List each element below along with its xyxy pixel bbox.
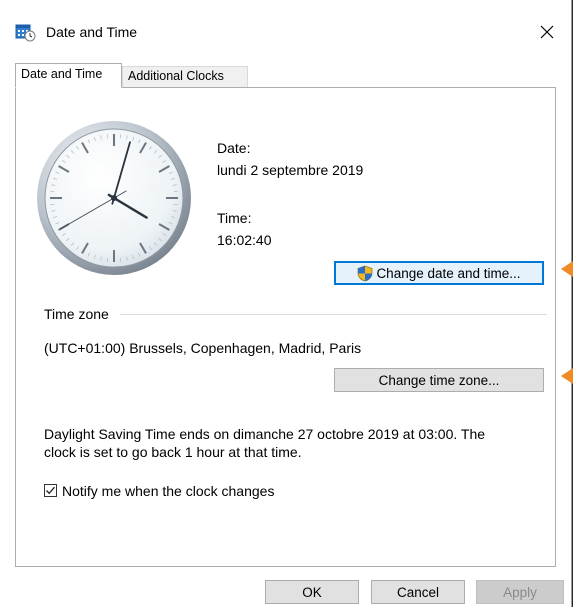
date-time-app-icon: [15, 24, 36, 42]
ok-button[interactable]: OK: [265, 580, 359, 604]
close-button[interactable]: [529, 14, 565, 50]
apply-button[interactable]: Apply: [476, 580, 564, 604]
analog-clock-icon: [37, 121, 191, 275]
apply-label: Apply: [503, 584, 537, 600]
annotation-arrow-icon: [561, 368, 573, 384]
date-value: lundi 2 septembre 2019: [217, 162, 364, 178]
cancel-label: Cancel: [396, 584, 440, 600]
annotation-arrow-icon: [561, 261, 573, 277]
cancel-button[interactable]: Cancel: [371, 580, 465, 604]
dst-info-line-2: clock is set to go back 1 hour at that t…: [44, 444, 302, 460]
time-zone-group-label: Time zone: [44, 306, 109, 322]
close-icon: [540, 25, 554, 39]
time-zone-group-divider: [120, 314, 547, 315]
tab-date-and-time[interactable]: Date and Time: [15, 63, 122, 88]
dst-info-line-1: Daylight Saving Time ends on dimanche 27…: [44, 426, 486, 442]
date-label: Date:: [217, 140, 251, 156]
change-date-time-button[interactable]: Change date and time...: [334, 261, 544, 285]
ok-label: OK: [302, 584, 322, 600]
time-label: Time:: [217, 210, 252, 226]
tab-additional-clocks[interactable]: Additional Clocks: [122, 66, 248, 87]
checkmark-icon: [46, 486, 55, 495]
notify-checkbox[interactable]: [44, 484, 57, 497]
change-time-zone-label: Change time zone...: [378, 372, 500, 388]
time-value: 16:02:40: [217, 232, 272, 248]
uac-shield-icon: [358, 265, 373, 281]
title-bar[interactable]: Date and Time: [0, 0, 571, 64]
change-date-time-label: Change date and time...: [376, 265, 521, 281]
time-zone-value: (UTC+01:00) Brussels, Copenhagen, Madrid…: [44, 340, 362, 356]
change-time-zone-button[interactable]: Change time zone...: [334, 368, 544, 392]
date-time-dialog: Date and Time Date and Time Additional C…: [0, 0, 572, 607]
notify-checkbox-label[interactable]: Notify me when the clock changes: [62, 483, 274, 499]
window-title: Date and Time: [46, 24, 138, 40]
